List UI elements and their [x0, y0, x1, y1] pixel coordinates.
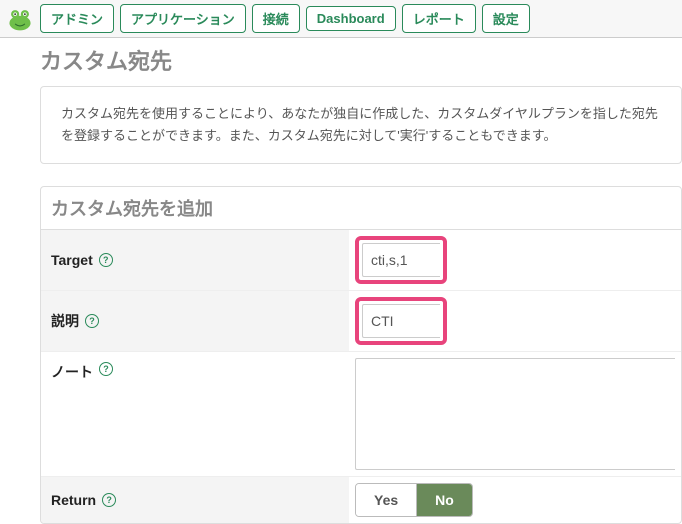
help-icon[interactable]: ?: [99, 362, 113, 376]
control-description: [349, 291, 681, 351]
nav-admin[interactable]: アドミン: [40, 4, 114, 33]
logo-frog-icon: [6, 5, 34, 33]
label-description: 説明 ?: [41, 291, 349, 351]
highlight-target: [355, 236, 447, 284]
target-input[interactable]: [362, 243, 440, 277]
notes-textarea[interactable]: [355, 358, 675, 470]
info-box: カスタム宛先を使用することにより、あなたが独自に作成した、カスタムダイヤルプラン…: [40, 86, 682, 164]
nav-connection[interactable]: 接続: [252, 4, 300, 33]
row-description: 説明 ?: [41, 291, 681, 352]
label-notes: ノート ?: [41, 352, 349, 476]
nav-application[interactable]: アプリケーション: [120, 4, 246, 33]
top-nav: アドミン アプリケーション 接続 Dashboard レポート 設定: [0, 0, 682, 38]
label-description-text: 説明: [51, 311, 79, 331]
row-return: Return ? Yes No: [41, 477, 681, 523]
page-content: カスタム宛先 カスタム宛先を使用することにより、あなたが独自に作成した、カスタム…: [0, 38, 682, 524]
control-notes: [349, 352, 681, 476]
page-title: カスタム宛先: [40, 44, 682, 76]
row-notes: ノート ?: [41, 352, 681, 477]
form-panel: カスタム宛先を追加 Target ? 説明 ?: [40, 186, 682, 524]
highlight-description: [355, 297, 447, 345]
help-icon[interactable]: ?: [102, 493, 116, 507]
label-target-text: Target: [51, 252, 93, 268]
return-no-button[interactable]: No: [416, 484, 472, 516]
return-toggle: Yes No: [355, 483, 473, 517]
control-return: Yes No: [349, 477, 681, 523]
row-target: Target ?: [41, 230, 681, 291]
nav-settings[interactable]: 設定: [482, 4, 530, 33]
description-input[interactable]: [362, 304, 440, 338]
label-target: Target ?: [41, 230, 349, 290]
help-icon[interactable]: ?: [85, 314, 99, 328]
label-return-text: Return: [51, 492, 96, 508]
panel-header: カスタム宛先を追加: [41, 187, 681, 230]
nav-report[interactable]: レポート: [402, 4, 476, 33]
label-return: Return ?: [41, 477, 349, 523]
control-target: [349, 230, 681, 290]
return-yes-button[interactable]: Yes: [356, 484, 416, 516]
label-notes-text: ノート: [51, 362, 93, 382]
nav-dashboard[interactable]: Dashboard: [306, 6, 396, 31]
help-icon[interactable]: ?: [99, 253, 113, 267]
